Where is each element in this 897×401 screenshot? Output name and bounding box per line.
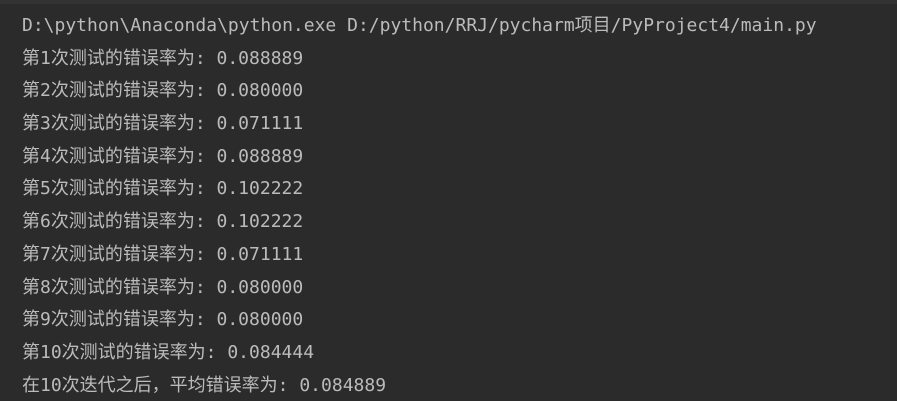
output-line: 第10次测试的错误率为: 0.084444 (22, 341, 315, 363)
output-line: 第3次测试的错误率为: 0.071111 (22, 113, 304, 135)
output-line: 第6次测试的错误率为: 0.102222 (22, 211, 304, 233)
output-line: 第9次测试的错误率为: 0.080000 (22, 309, 304, 331)
console-top-border (0, 0, 897, 4)
output-line: 第1次测试的错误率为: 0.088889 (22, 47, 304, 69)
output-line: 第4次测试的错误率为: 0.088889 (22, 145, 304, 167)
summary-line: 在10次迭代之后，平均错误率为: 0.084889 (22, 374, 387, 396)
run-console[interactable]: D:\python\Anaconda\python.exe D:/python/… (0, 0, 897, 401)
output-line: 第7次测试的错误率为: 0.071111 (22, 243, 304, 265)
console-output: D:\python\Anaconda\python.exe D:/python/… (22, 10, 817, 401)
command-line: D:\python\Anaconda\python.exe D:/python/… (22, 15, 817, 36)
output-line: 第2次测试的错误率为: 0.080000 (22, 80, 304, 102)
output-line: 第5次测试的错误率为: 0.102222 (22, 178, 304, 200)
output-line: 第8次测试的错误率为: 0.080000 (22, 276, 304, 298)
